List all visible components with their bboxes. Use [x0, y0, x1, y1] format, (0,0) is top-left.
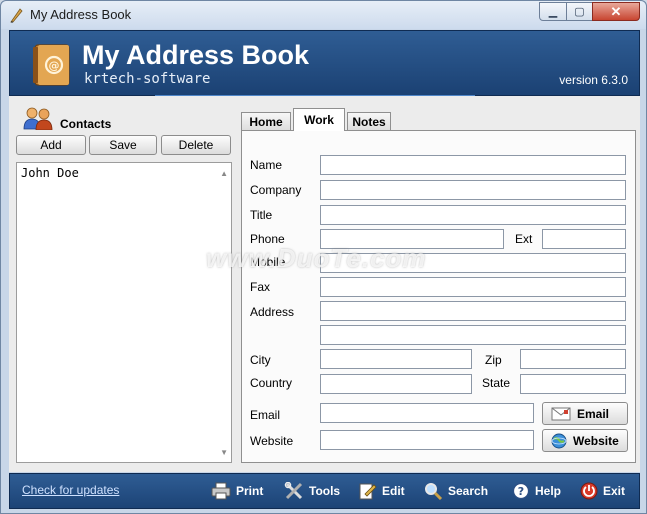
feather-icon	[10, 8, 23, 23]
email-field[interactable]	[320, 403, 534, 423]
company-field[interactable]	[320, 180, 626, 200]
search-button[interactable]: Search	[423, 482, 488, 500]
window-title: My Address Book	[30, 7, 132, 22]
search-icon	[425, 483, 443, 500]
city-label: City	[250, 353, 271, 367]
minimize-button[interactable]: ▁	[539, 2, 567, 21]
open-website-button[interactable]: Website	[542, 429, 628, 452]
contact-list[interactable]: John Doe ▲ ▼	[16, 162, 232, 463]
name-label: Name	[250, 158, 283, 172]
name-field[interactable]	[320, 155, 626, 175]
list-item[interactable]: John Doe	[21, 166, 79, 180]
edit-label: Edit	[382, 484, 405, 498]
company-label: Company	[250, 183, 302, 197]
maximize-button[interactable]: ▢	[566, 2, 593, 21]
address-label: Address	[250, 305, 295, 319]
fax-field[interactable]	[320, 277, 626, 297]
search-label: Search	[448, 484, 489, 498]
address-line2-field[interactable]	[320, 325, 626, 345]
ext-field[interactable]	[542, 229, 626, 249]
power-icon	[580, 482, 598, 500]
footer-toolbar: Check for updates Print Tools Edit Searc…	[9, 473, 640, 509]
tab-work[interactable]: Work	[293, 108, 345, 131]
check-updates-link[interactable]: Check for updates	[22, 483, 119, 497]
address-book-icon: @	[33, 44, 70, 86]
app-version: version 6.3.0	[559, 73, 628, 87]
address-line1-field[interactable]	[320, 301, 626, 321]
tab-notes[interactable]: Notes	[347, 112, 391, 130]
help-label: Help	[535, 484, 562, 498]
app-window: My Address Book ▁ ▢ ✕ @ My Address Book …	[0, 0, 647, 514]
contacts-icon	[23, 107, 53, 130]
close-button[interactable]: ✕	[592, 2, 640, 21]
ext-label: Ext	[515, 232, 533, 246]
print-label: Print	[236, 484, 264, 498]
title-label: Title	[250, 208, 273, 222]
maximize-icon: ▢	[574, 6, 585, 18]
print-button[interactable]: Print	[211, 482, 263, 500]
tools-label: Tools	[309, 484, 341, 498]
main-area: Contacts Add Save Delete John Doe ▲ ▼ Ho…	[9, 96, 640, 472]
country-label: Country	[250, 376, 293, 390]
send-email-button[interactable]: Email	[542, 402, 628, 425]
website-field[interactable]	[320, 430, 534, 450]
send-email-label: Email	[577, 406, 610, 421]
zip-label: Zip	[485, 353, 502, 367]
minimize-icon: ▁	[548, 6, 558, 18]
close-icon: ✕	[610, 3, 622, 19]
contacts-heading: Contacts	[60, 117, 112, 131]
state-field[interactable]	[520, 374, 626, 394]
city-field[interactable]	[320, 349, 472, 369]
exit-label: Exit	[603, 484, 626, 498]
app-title: My Address Book	[82, 40, 310, 70]
website-label: Website	[250, 434, 294, 448]
title-bar: My Address Book ▁ ▢ ✕	[1, 1, 646, 29]
add-contact-button[interactable]: Add	[16, 135, 86, 155]
state-label: State	[482, 376, 511, 390]
app-publisher: krtech-software	[84, 71, 211, 87]
work-tab-panel: Name Company Title Phone Ext Mobile Fax …	[241, 130, 636, 463]
header-banner: @ My Address Book krtech-software versio…	[9, 30, 640, 97]
printer-icon	[211, 482, 231, 500]
tools-icon	[284, 482, 303, 500]
email-label: Email	[250, 408, 281, 422]
help-button[interactable]: ? Help	[512, 482, 561, 500]
globe-icon	[551, 433, 567, 448]
save-contact-button[interactable]: Save	[89, 135, 157, 155]
svg-text:@: @	[49, 59, 60, 72]
help-icon: ?	[512, 482, 530, 500]
edit-icon	[359, 483, 377, 500]
edit-button[interactable]: Edit	[359, 482, 405, 500]
tools-button[interactable]: Tools	[284, 482, 340, 500]
scroll-up-icon[interactable]: ▲	[220, 169, 228, 178]
open-website-label: Website	[573, 433, 619, 448]
watermark-text: www.DuoTe.com	[206, 243, 427, 273]
fax-label: Fax	[250, 280, 271, 294]
scroll-down-icon[interactable]: ▼	[220, 448, 228, 457]
zip-field[interactable]	[520, 349, 626, 369]
title-field[interactable]	[320, 205, 626, 225]
exit-button[interactable]: Exit	[580, 482, 625, 500]
svg-text:?: ?	[518, 485, 524, 498]
envelope-icon	[551, 407, 571, 420]
country-field[interactable]	[320, 374, 472, 394]
tab-home[interactable]: Home	[241, 112, 291, 130]
delete-contact-button[interactable]: Delete	[161, 135, 231, 155]
